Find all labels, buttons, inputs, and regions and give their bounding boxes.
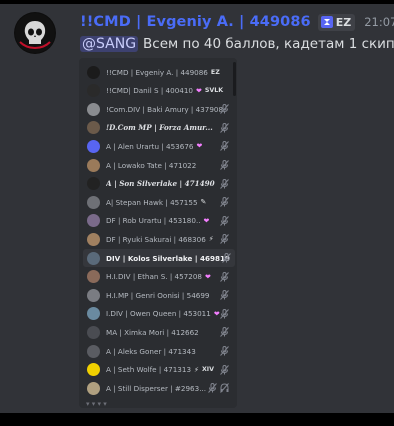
member-name: A | Son Silverlake | 471490 [106,179,215,189]
member-name: DF | Ryuki Sakurai | 468306 [106,234,206,244]
member-row[interactable]: I.DIV | Owen Queen | 453011 ❤ [87,305,233,323]
author-avatar[interactable] [14,12,56,54]
member-row[interactable]: A | Still Disperser | #2963... [87,379,233,397]
member-avatar [87,344,100,358]
member-avatar [87,381,100,395]
member-avatar [87,65,100,79]
muted-mic-icon [220,122,229,133]
message-header: !!CMD | Evgeniy A. | 449086 EZ 21:07 [80,12,394,32]
member-avatar [87,232,100,246]
member-row[interactable]: A | Alen Urartu | 453676 ❤ [87,137,233,155]
member-tag-icon: ❤ [204,272,211,281]
member-name: A | Still Disperser | #2963... [106,383,207,393]
member-name: A | Seth Wolfe | 471313 [106,365,192,375]
muted-mic-icon [220,234,229,245]
member-avatar [87,214,100,228]
member-tag-icon: ⚡ [208,235,214,244]
member-name: A| Stepan Hawk | 457155 [106,197,198,207]
member-tag-icon: ❤ [203,216,210,225]
member-avatar [87,195,100,209]
message-text: Всем по 40 баллов, кадетам 1 скип [143,36,394,52]
member-row[interactable]: !!CMD| Danil S | 400410 ❤ SVLK [87,82,233,100]
member-row[interactable]: A| Stepan Hawk | 457155 ✎ [87,193,233,211]
member-name: DF | Rob Urartu | 453180.. [106,216,201,226]
member-row[interactable]: A | Son Silverlake | 471490 [87,175,233,193]
member-avatar [87,270,100,284]
user-mention[interactable]: @SANG [80,36,139,52]
muted-mic-icon [220,178,229,189]
member-name: MA | Ximka Mori | 412662 [106,327,199,337]
cut-off-row: ▾ ▾ ▾ ▾ [86,400,107,408]
member-tag-icon: ❤ [213,309,220,318]
muted-mic-icon [220,197,229,208]
member-name: A | Lowako Tate | 471022 [106,160,197,170]
member-row[interactable]: A | Lowako Tate | 471022 [87,156,233,174]
message-content: @SANG Всем по 40 баллов, кадетам 1 скип [80,34,394,54]
muted-mic-icon [220,104,229,115]
muted-mic-icon [220,308,229,319]
muted-mic-icon [220,160,229,170]
top-edge [0,0,394,4]
member-row[interactable]: !D.Com MP | Forza Amur... [87,119,233,137]
muted-mic-icon [220,271,229,282]
skull-avatar-icon [15,13,55,53]
member-row[interactable]: H.I.DIV | Ethan S. | 457208 ❤ [87,268,233,286]
muted-mic-icon [220,327,229,338]
member-row[interactable]: DIV | Kolos Silverlake | 469819 [83,249,235,267]
member-avatar [87,363,100,377]
member-avatar [87,251,100,265]
member-name: !Com.DIV | Baki Amury | 437908 [106,104,224,114]
muted-mic-icon [220,141,229,152]
member-tag-icon: ✎ [200,198,207,207]
bottom-edge [0,413,394,426]
member-row[interactable]: !Com.DIV | Baki Amury | 437908 [87,100,233,118]
muted-mic-icon [222,253,231,263]
member-name: !!CMD | Evgeniy A. | 449086 [106,67,208,77]
screenshot-scrollbar [233,62,236,96]
member-avatar [87,177,100,191]
member-name: !D.Com MP | Forza Amur... [106,123,213,133]
server-tag-badge[interactable]: EZ [317,13,356,31]
member-name: DIV | Kolos Silverlake | 469819 [106,253,231,263]
muted-mic-icon [220,346,229,356]
member-tag-text: EZ [210,68,220,76]
member-tag-text: XIV [201,366,215,374]
member-avatar [87,158,100,172]
member-avatar [87,307,100,321]
member-avatar [87,121,100,135]
member-name: I.DIV | Owen Queen | 453011 [106,309,211,319]
member-avatar [87,102,100,116]
author-name[interactable]: !!CMD | Evgeniy A. | 449086 [80,14,311,30]
member-name: !!CMD| Danil S | 400410 [106,86,193,96]
member-row[interactable]: DF | Ryuki Sakurai | 468306 ⚡ [87,230,233,248]
member-avatar [87,325,100,339]
member-avatar [87,139,100,153]
member-row[interactable]: H.I.MP | Genri Oonisi | 54699 [87,286,233,304]
member-row[interactable]: A | Seth Wolfe | 471313 ⚡ XIV [87,361,233,379]
member-row[interactable]: MA | Ximka Mori | 412662 [87,323,233,341]
member-tag-icon: ❤ [196,142,203,151]
member-row[interactable]: !!CMD | Evgeniy A. | 449086 EZ [87,63,233,81]
member-row[interactable]: DF | Rob Urartu | 453180.. ❤ [87,212,233,230]
member-tag-icon: ❤ [196,86,202,95]
member-name: H.I.DIV | Ethan S. | 457208 [106,272,202,282]
muted-mic-icon [220,364,229,375]
member-avatar [87,288,100,302]
muted-mic-icon [220,290,229,301]
member-avatar [87,84,100,98]
member-row[interactable]: A | Aleks Goner | 471343 [87,342,233,360]
server-tag-icon [320,16,333,28]
member-name: H.I.MP | Genri Oonisi | 54699 [106,290,210,300]
server-tag-text: EZ [335,15,352,29]
attached-screenshot[interactable]: !!CMD | Evgeniy A. | 449086 EZ !!CMD| Dani… [79,58,237,408]
member-tag-icon: ⚡ [194,365,199,374]
member-tag-text: SVLK [204,87,224,95]
muted-mic-icon [220,215,229,226]
muted-mic-icon [208,383,229,394]
member-name: A | Alen Urartu | 453676 [106,141,194,151]
member-name: A | Aleks Goner | 471343 [106,346,196,356]
message-timestamp: 21:07 [364,15,394,29]
